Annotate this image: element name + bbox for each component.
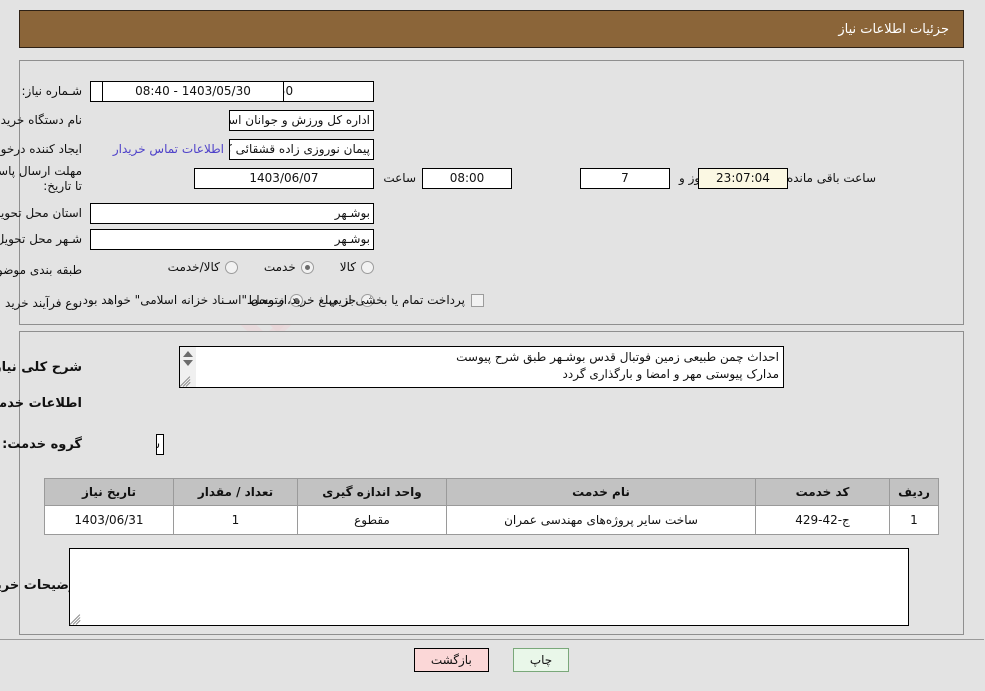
need-number-label: شـماره نیاز: [22, 84, 83, 98]
deadline-label: مهلت ارسال پاسخ: تا تاریخ: [0, 164, 83, 193]
remaining-days-value: 7 [581, 168, 671, 189]
footer-divider [0, 639, 985, 640]
cell-name: ساخت سایر پروژه‌های مهندسی عمران [447, 505, 757, 535]
cell-code: ج-42-429 [756, 505, 891, 535]
page-title: جزئیات اطلاعات نیاز [839, 21, 950, 37]
table-row: 1 ج-42-429 ساخت سایر پروژه‌های مهندسی عمرا… [45, 505, 940, 535]
announce-value: 1403/05/30 - 08:40 [103, 81, 285, 102]
page-header: جزئیات اطلاعات نیاز [20, 10, 965, 48]
province-label: استان محل تحویل: [0, 206, 83, 220]
services-section-title: اطلاعات خدمات مورد نیاز [0, 396, 83, 411]
cell-row: 1 [890, 505, 940, 535]
creator-value: پیمان نوروزی زاده قشقائی کاربرداز اداره … [230, 139, 375, 160]
th-date: تاریخ نیاز [45, 478, 175, 506]
buyer-org-value: اداره کل ورزش و جوانان استان بوشـهر [230, 110, 375, 131]
th-qty: تعداد / مقدار [174, 478, 299, 506]
th-unit: واحد اندازه گیری [298, 478, 448, 506]
description-textarea[interactable]: احداث چمن طبیعی زمین فوتبال قدس بوشـهر ط… [180, 346, 785, 388]
buyer-notes-resize-grip[interactable] [70, 613, 83, 625]
category-label-2: کالا/خدمت [168, 260, 221, 274]
print-button[interactable]: چاپ [513, 648, 571, 672]
description-label: شرح کلی نیاز: [0, 360, 83, 375]
category-option-0[interactable]: کالا [341, 260, 375, 274]
remaining-time-value: 23:07:04 [699, 168, 789, 189]
scroll-down-icon[interactable] [184, 360, 194, 366]
deadline-hour-label: ساعت [384, 171, 417, 185]
remaining-suffix-label: ساعت باقی مانده [787, 171, 877, 185]
treasury-checkbox-wrap[interactable]: پرداخت تمام یا بخشی از مبلغ خرید،از محل … [80, 293, 485, 307]
process-label: نوع فرآیند خرید : [0, 296, 83, 310]
category-radio-1[interactable] [301, 260, 315, 274]
category-label: طبقه بندی موضوعی: [0, 263, 83, 277]
category-option-1[interactable]: خدمت [265, 260, 315, 274]
city-value: بوشـهر [91, 229, 375, 250]
cell-qty: 1 [174, 505, 299, 535]
scroll-up-icon[interactable] [184, 351, 194, 357]
description-resize-grip[interactable] [180, 375, 193, 387]
category-radio-0[interactable] [362, 260, 375, 274]
category-label-0: کالا [340, 260, 357, 274]
creator-label: ایجاد کننده درخواست: [0, 142, 83, 156]
treasury-checkbox[interactable] [472, 293, 485, 307]
category-option-2[interactable]: کالا/خدمت [169, 260, 239, 274]
province-value: بوشـهر [91, 203, 375, 224]
city-label: شـهر محل تحویل: [0, 232, 83, 246]
service-group-label: گروه خدمت: [3, 437, 83, 452]
buyer-contact-link[interactable]: اطلاعات تماس خریدار [114, 142, 225, 156]
service-group-value: ساختمان [157, 434, 165, 455]
cell-date: 1403/06/31 [45, 505, 175, 535]
th-code: کد خدمت [756, 478, 891, 506]
buyer-org-label: نام دستگاه خریدار: [0, 113, 83, 127]
category-label-1: خدمت [264, 260, 297, 274]
treasury-checkbox-label: پرداخت تمام یا بخشی از مبلغ خرید،از محل … [79, 293, 466, 307]
table-header-row: ردیف کد خدمت نام خدمت واحد اندازه گیری ت… [45, 478, 940, 506]
deadline-date-value: 1403/06/07 [195, 168, 375, 189]
services-table: ردیف کد خدمت نام خدمت واحد اندازه گیری ت… [45, 478, 940, 535]
category-radio-2[interactable] [225, 260, 239, 274]
deadline-hour-value: 08:00 [423, 168, 513, 189]
th-row: ردیف [890, 478, 940, 506]
th-name: نام خدمت [447, 478, 757, 506]
cell-unit: مقطوع [298, 505, 448, 535]
category-radio-group[interactable]: کالا خدمت کالا/خدمت [143, 260, 375, 274]
back-button[interactable]: بازگشت [414, 648, 490, 672]
footer-button-bar: بازگشت چاپ [0, 648, 985, 672]
buyer-notes-textarea[interactable] [70, 548, 910, 626]
